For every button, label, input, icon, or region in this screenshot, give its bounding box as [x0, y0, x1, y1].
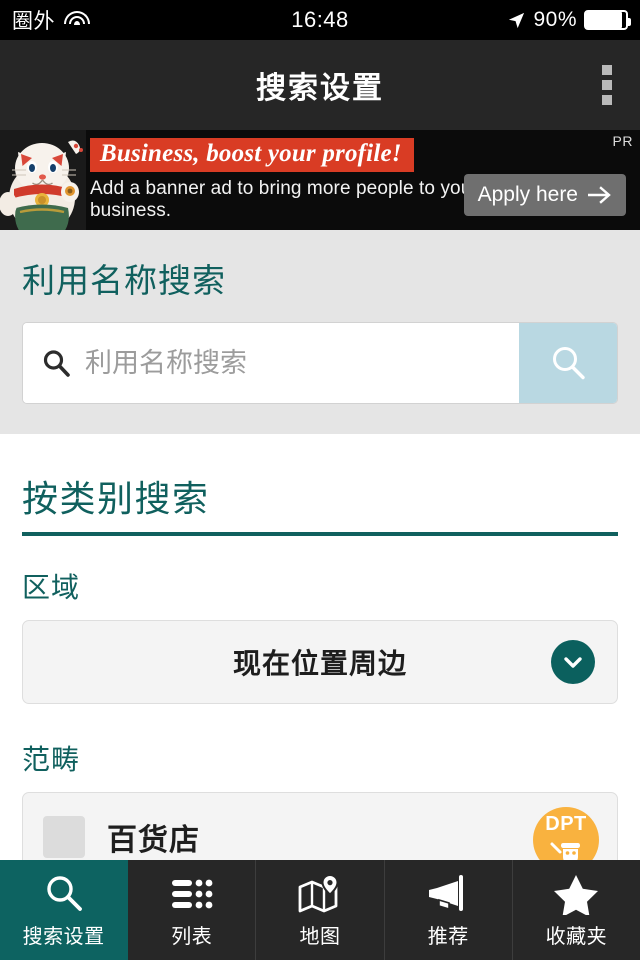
region-label: 区域: [22, 572, 81, 603]
page-title: 搜索设置: [256, 72, 384, 105]
category-checkbox[interactable]: [43, 816, 85, 858]
maneki-neko-cat-image: [0, 130, 86, 230]
status-bar-left: 圈外: [12, 5, 291, 35]
tab-label: 地图: [299, 925, 341, 948]
wifi-icon: [64, 10, 90, 30]
bottom-navigation: 搜索设置 列表 地图 推荐 收藏夹: [0, 860, 640, 960]
battery-icon: [584, 10, 631, 30]
map-pin-icon: [297, 872, 343, 916]
category-search-heading: 按类别搜索: [22, 478, 210, 519]
apply-here-button[interactable]: Apply here: [463, 174, 626, 216]
pr-label: PR: [612, 133, 633, 149]
search-submit-button[interactable]: [519, 323, 617, 403]
name-search-field[interactable]: [23, 323, 519, 403]
battery-percent-label: 90%: [533, 8, 577, 31]
search-icon: [43, 872, 85, 916]
status-bar-right: 90%: [349, 8, 631, 32]
tab-label: 收藏夹: [545, 925, 608, 948]
status-bar: 圈外 16:48 90%: [0, 0, 640, 40]
name-search-section: 利用名称搜索: [0, 230, 640, 434]
dpt-badge-label: DPT: [545, 813, 587, 835]
category-label: 范畴: [22, 744, 81, 775]
region-dropdown[interactable]: 现在位置周边: [22, 620, 618, 704]
apply-here-label: Apply here: [477, 183, 578, 206]
tab-list[interactable]: 列表: [128, 860, 257, 960]
arrow-right-icon: [588, 186, 611, 204]
name-search-heading: 利用名称搜索: [22, 262, 226, 299]
search-input[interactable]: [85, 347, 501, 379]
tab-favorites[interactable]: 收藏夹: [513, 860, 640, 960]
tab-search-settings[interactable]: 搜索设置: [0, 860, 129, 960]
tab-label: 列表: [171, 925, 213, 948]
tab-label: 推荐: [427, 925, 469, 948]
search-icon: [553, 347, 585, 380]
star-icon: [554, 872, 599, 916]
status-bar-clock: 16:48: [291, 7, 349, 32]
name-search-bar: [22, 322, 618, 404]
kebab-menu-icon[interactable]: [596, 59, 618, 111]
category-item-label: 百货店: [107, 824, 200, 857]
ad-headline: Business, boost your profile!: [90, 137, 414, 172]
category-search-section: 按类别搜索 区域 现在位置周边 范畴 百货店 DPT: [0, 434, 640, 882]
search-icon: [43, 350, 70, 377]
tab-map[interactable]: 地图: [256, 860, 385, 960]
app-header: 搜索设置: [0, 40, 640, 130]
location-arrow-icon: [509, 12, 525, 28]
region-selected-value: 现在位置周边: [232, 648, 407, 679]
kebab-dot: [602, 80, 612, 90]
tab-recommend[interactable]: 推荐: [385, 860, 513, 960]
ad-banner[interactable]: Business, boost your profile! Add a bann…: [0, 130, 640, 230]
carrier-label: 圈外: [12, 10, 55, 33]
kebab-dot: [602, 65, 612, 75]
kebab-dot: [602, 95, 612, 105]
chevron-down-icon: [551, 640, 595, 684]
megaphone-icon: [425, 872, 471, 916]
heading-divider: [22, 532, 618, 536]
list-icon: [170, 872, 214, 916]
ad-body-text: Add a banner ad to bring more people to …: [90, 177, 478, 221]
tab-label: 搜索设置: [22, 925, 105, 948]
